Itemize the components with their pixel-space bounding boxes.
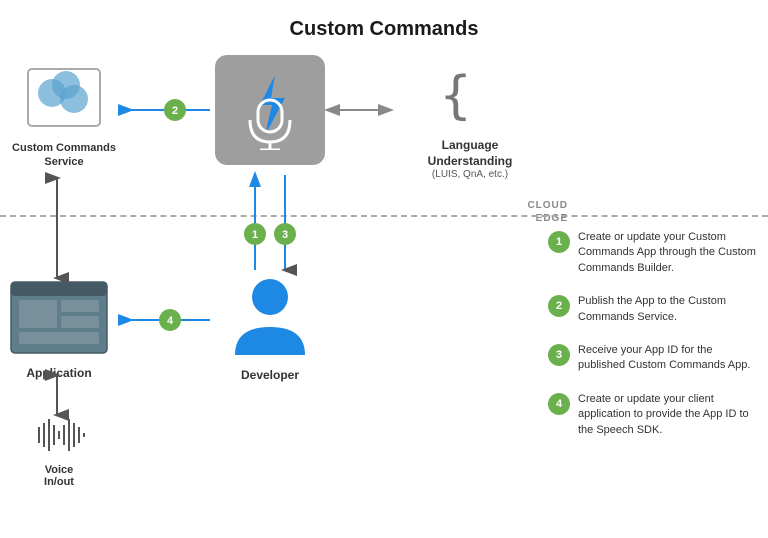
badge-3-circle <box>274 223 296 245</box>
microphone-icon <box>240 70 300 150</box>
lang-understanding-sub: (LUIS, QnA, etc.) <box>395 169 545 180</box>
application-block: Application <box>9 280 109 380</box>
badge-3-text: 3 <box>282 229 288 241</box>
voice-block: VoiceIn/out <box>9 415 109 488</box>
developer-label: Developer <box>215 368 325 382</box>
application-label: Application <box>9 366 109 380</box>
lang-understanding-label: LanguageUnderstanding <box>395 138 545 169</box>
diagram-container: Custom Commands Custom CommandsService {… <box>0 0 768 538</box>
step-3: 3 Receive your App ID for the published … <box>548 343 758 374</box>
step-1-circle: 1 <box>548 231 570 253</box>
step-4: 4 Create or update your client applicati… <box>548 392 758 438</box>
lang-understanding-icon: { } <box>435 65 505 125</box>
badge-1-text: 1 <box>252 229 258 241</box>
badge-1-circle <box>244 223 266 245</box>
cc-service-icon <box>24 65 104 130</box>
voice-icon <box>29 415 89 455</box>
badge-4-circle <box>159 309 181 331</box>
page-title: Custom Commands <box>0 18 768 41</box>
step-2: 2 Publish the App to the Custom Commands… <box>548 294 758 325</box>
developer-block: Developer <box>215 275 325 382</box>
step-4-text: Create or update your client application… <box>578 392 758 438</box>
lang-understanding-block: { } LanguageUnderstanding (LUIS, QnA, et… <box>395 65 545 180</box>
step-3-text: Receive your App ID for the published Cu… <box>578 343 758 374</box>
cc-service-label: Custom CommandsService <box>9 141 119 170</box>
badge-2-circle <box>164 99 186 121</box>
cloud-edge-divider <box>0 215 768 217</box>
application-icon <box>9 280 109 355</box>
steps-panel: 1 Create or update your Custom Commands … <box>548 230 758 456</box>
voice-label: VoiceIn/out <box>9 464 109 488</box>
developer-icon <box>230 275 310 355</box>
step-4-circle: 4 <box>548 393 570 415</box>
step-3-circle: 3 <box>548 344 570 366</box>
cloud-label: CLOUD <box>527 200 568 211</box>
badge-2-text: 2 <box>172 105 178 117</box>
badge-4-text: 4 <box>167 315 174 327</box>
step-2-circle: 2 <box>548 295 570 317</box>
cc-service-block: Custom CommandsService <box>9 65 119 170</box>
step-1: 1 Create or update your Custom Commands … <box>548 230 758 276</box>
step-2-text: Publish the App to the Custom Commands S… <box>578 294 758 325</box>
step-1-text: Create or update your Custom Commands Ap… <box>578 230 758 276</box>
svg-text:{ }: { } <box>440 66 505 125</box>
microphone-box <box>215 55 325 165</box>
